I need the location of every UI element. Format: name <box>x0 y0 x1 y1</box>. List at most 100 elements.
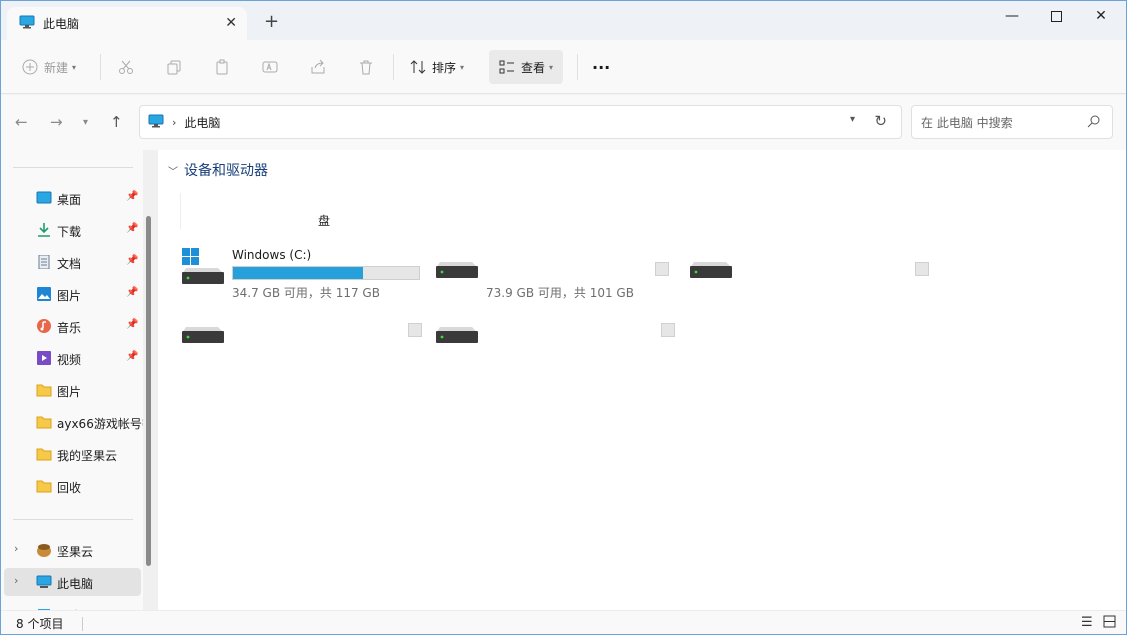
refresh-icon[interactable]: ↻ <box>874 112 887 130</box>
sidebar-scrollbar-thumb[interactable] <box>146 216 151 566</box>
plus-circle-icon <box>22 59 38 75</box>
drive-c[interactable]: Windows (C:) 34.7 GB 可用，共 117 GB <box>180 246 430 306</box>
rename-button[interactable] <box>262 50 278 84</box>
sidebar-item-folder-recycle[interactable]: 回收 <box>0 472 145 500</box>
drive-usage-bar <box>661 323 675 337</box>
folder-icon <box>36 384 52 397</box>
view-button[interactable]: 查看 ▾ <box>489 50 564 84</box>
recent-locations-chevron-icon[interactable]: ▾ <box>83 117 88 128</box>
details-view-icon[interactable]: ☰ <box>1081 615 1093 630</box>
pin-icon[interactable]: 📌 <box>126 287 138 298</box>
drive-icon <box>436 262 478 278</box>
sidebar-item-label: 坚果云 <box>57 545 94 559</box>
sidebar-item-folder-jianguoyun[interactable]: 我的坚果云 <box>0 440 145 468</box>
paste-button[interactable] <box>214 50 230 84</box>
expand-chevron-icon[interactable]: › <box>14 574 18 587</box>
drive-usage-bar <box>232 266 420 280</box>
drive-usage-bar <box>408 323 422 337</box>
breadcrumb-chevron-icon[interactable]: › <box>172 116 176 129</box>
close-tab-icon[interactable]: ✕ <box>225 15 237 31</box>
new-button[interactable]: 新建 ▾ <box>22 50 76 84</box>
drive-3[interactable] <box>688 246 938 306</box>
search-icon[interactable] <box>1087 115 1100 131</box>
sidebar-item-network[interactable]: 网络 <box>0 600 145 610</box>
sidebar-item-nut-cloud[interactable]: › 坚果云 <box>0 536 145 564</box>
maximize-button[interactable] <box>1033 0 1079 32</box>
drive-2[interactable]: 73.9 GB 可用，共 101 GB <box>434 246 684 306</box>
sidebar-item-label: 图片 <box>57 385 82 399</box>
share-icon <box>311 59 325 74</box>
address-dropdown-icon[interactable]: ▾ <box>850 114 855 125</box>
search-input[interactable]: 在 此电脑 中搜索 <box>911 105 1113 139</box>
tiles-view-icon[interactable] <box>1103 615 1116 632</box>
pin-icon[interactable]: 📌 <box>126 255 138 266</box>
rename-icon <box>262 61 278 73</box>
scissors-icon <box>119 60 133 74</box>
new-label: 新建 <box>44 60 69 75</box>
sidebar-item-documents[interactable]: 文档 📌 <box>0 248 145 276</box>
breadcrumb-this-pc[interactable]: 此电脑 <box>184 114 220 131</box>
pin-icon[interactable]: 📌 <box>126 351 138 362</box>
windows-drive-icon <box>182 248 224 284</box>
clipboard-icon <box>216 59 228 75</box>
sidebar-item-music[interactable]: 音乐 📌 <box>0 312 145 340</box>
trash-icon <box>360 60 372 75</box>
sidebar-item-downloads[interactable]: 下载 📌 <box>0 216 145 244</box>
drive-space-info: 34.7 GB 可用，共 117 GB <box>232 286 380 300</box>
sidebar-item-folder-pictures[interactable]: 图片 <box>0 376 145 404</box>
sidebar-item-pictures[interactable]: 图片 📌 <box>0 280 145 308</box>
desktop-icon <box>36 191 52 204</box>
video-icon <box>37 351 51 365</box>
navigation-bar: ← → ▾ ↑ › 此电脑 ▾ ↻ 在 此电脑 中搜索 <box>0 95 1127 150</box>
collapse-chevron-icon[interactable]: ﹀ <box>168 163 178 178</box>
title-bar: 此电脑 ✕ + — ✕ <box>0 0 1127 40</box>
computer-icon <box>19 15 35 32</box>
sidebar-item-label: 此电脑 <box>57 577 94 591</box>
back-arrow-icon[interactable]: ← <box>15 113 28 131</box>
partial-drive-label: 盘 <box>318 214 331 228</box>
drive-usage-bar <box>655 262 669 276</box>
tab-this-pc[interactable]: 此电脑 ✕ <box>7 7 247 40</box>
chevron-down-icon: ▾ <box>460 62 465 72</box>
share-button[interactable] <box>310 50 326 84</box>
chevron-down-icon: ▾ <box>72 62 77 72</box>
drive-name: Windows (C:) <box>232 248 312 262</box>
nut-cloud-icon <box>37 544 51 557</box>
copy-button[interactable] <box>166 50 182 84</box>
tab-title: 此电脑 <box>43 17 80 31</box>
sidebar-item-folder-ayx66[interactable]: ayx66游戏帐号密 <box>0 408 145 436</box>
cut-button[interactable] <box>118 50 134 84</box>
item-count: 8 个项目 <box>16 617 64 631</box>
computer-icon <box>148 114 164 131</box>
up-arrow-icon[interactable]: ↑ <box>110 113 123 131</box>
sort-label: 排序 <box>432 60 457 75</box>
drive-4[interactable] <box>180 311 430 371</box>
pin-icon[interactable]: 📌 <box>126 223 138 234</box>
view-icon <box>499 60 514 74</box>
status-bar: 8 个项目 ☰ <box>0 610 1127 635</box>
sort-button[interactable]: 排序 ▾ <box>410 50 464 84</box>
folder-icon <box>36 416 52 429</box>
download-icon <box>38 223 50 237</box>
pin-icon[interactable]: 📌 <box>126 319 138 330</box>
folder-icon <box>36 448 52 461</box>
close-window-button[interactable]: ✕ <box>1078 0 1124 32</box>
drive-icon <box>436 327 478 343</box>
forward-arrow-icon[interactable]: → <box>50 113 63 131</box>
sidebar-item-label: 我的坚果云 <box>57 449 118 463</box>
address-bar[interactable]: › 此电脑 ▾ ↻ <box>139 105 902 139</box>
sidebar-item-this-pc[interactable]: › 此电脑 <box>4 568 141 596</box>
group-header-devices[interactable]: ﹀ 设备和驱动器 <box>168 160 268 180</box>
folder-icon <box>36 480 52 493</box>
delete-button[interactable] <box>358 50 374 84</box>
view-label: 查看 <box>521 60 546 75</box>
pin-icon[interactable]: 📌 <box>126 191 138 202</box>
more-options-button[interactable]: ··· <box>592 50 610 84</box>
sidebar-item-videos[interactable]: 视频 📌 <box>0 344 145 372</box>
drive-5[interactable] <box>434 311 684 371</box>
expand-chevron-icon[interactable]: › <box>14 542 18 555</box>
sidebar-item-desktop[interactable]: 桌面 📌 <box>0 184 145 212</box>
drive-usage-bar <box>915 262 929 276</box>
new-tab-button[interactable]: + <box>264 11 279 32</box>
minimize-button[interactable]: — <box>989 0 1035 32</box>
